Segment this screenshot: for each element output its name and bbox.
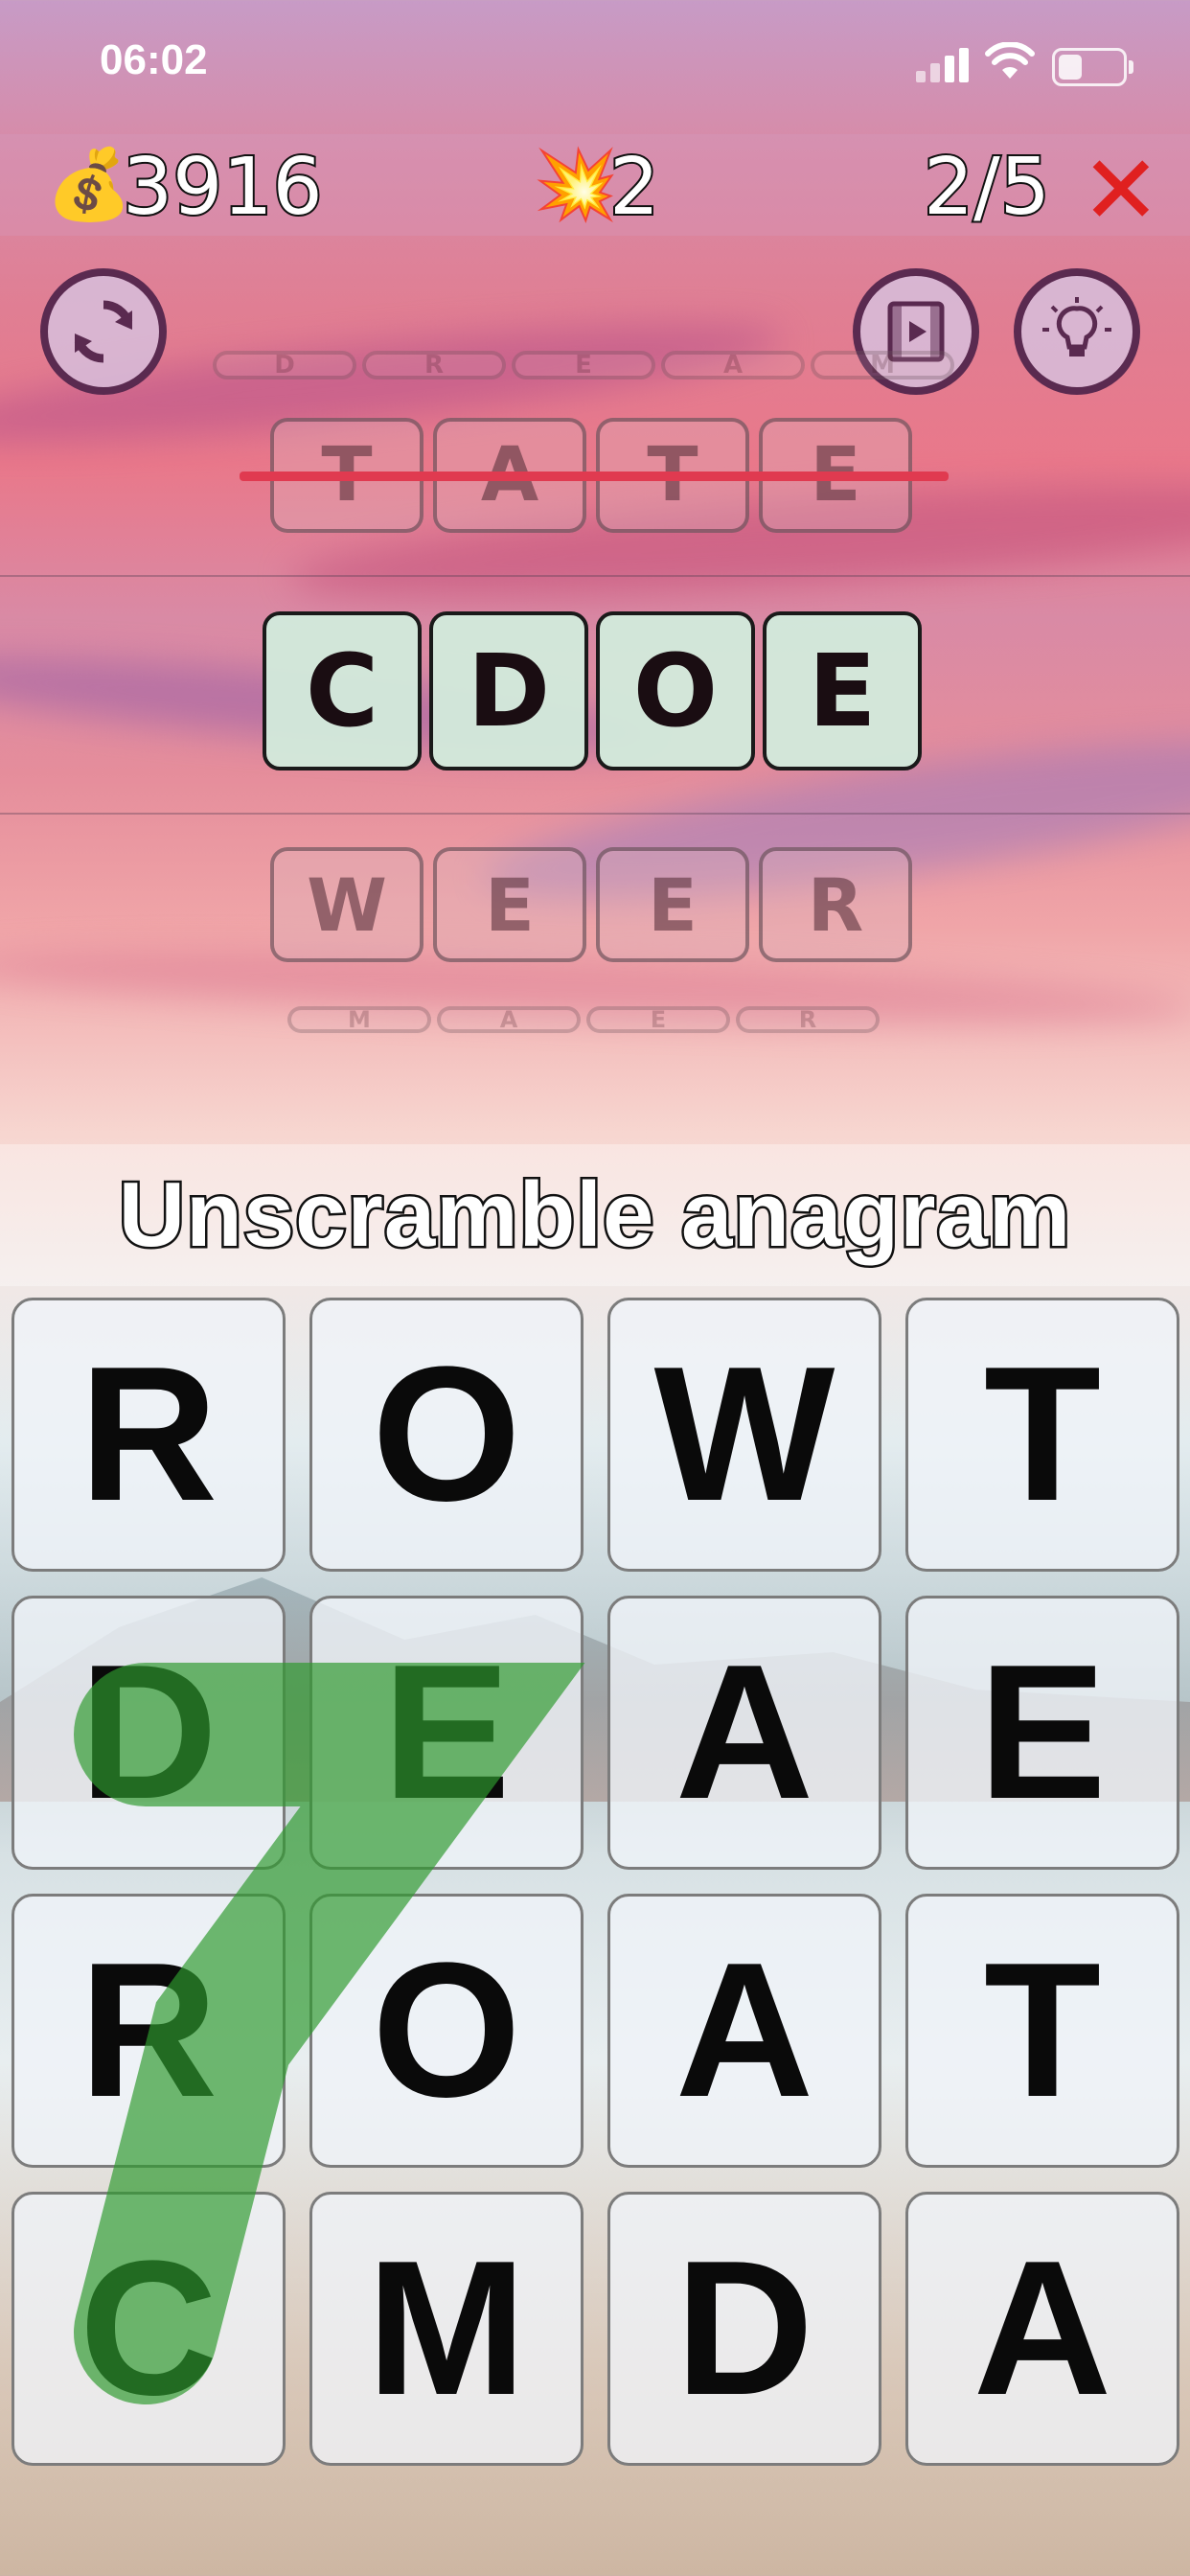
letter-tile: R (759, 847, 912, 962)
letter-tile: M (811, 351, 954, 380)
letter-tile: W (270, 847, 423, 962)
close-icon[interactable]: ✕ (1081, 134, 1161, 246)
letter-tile: A (661, 351, 805, 380)
refresh-icon (74, 300, 133, 363)
battery-icon (1052, 48, 1133, 86)
instruction-text: Unscramble anagram (116, 1162, 1072, 1269)
strikethrough-line (240, 472, 949, 481)
letter-tile: R (362, 351, 506, 380)
game-hud: 💰 3916 💥 2 2/5 ✕ (0, 134, 1190, 246)
letter-tile: C (263, 611, 422, 770)
instruction-banner: Unscramble anagram (0, 1144, 1190, 1286)
divider (0, 813, 1190, 815)
letter-tile: D (213, 351, 356, 380)
letter-tile: R (736, 1006, 880, 1033)
letter-tile: E (763, 611, 922, 770)
status-time: 06:02 (100, 36, 208, 83)
letter-tile: E (512, 351, 655, 380)
upcoming-word-2: M A E R (287, 1006, 880, 1033)
explosion-icon: 💥 (533, 144, 619, 224)
refresh-button[interactable] (40, 268, 167, 395)
solved-word-1: D R E A M (213, 351, 954, 380)
letter-tile: E (596, 847, 749, 962)
lightbulb-icon (1042, 297, 1111, 356)
wifi-icon (985, 42, 1035, 79)
divider (0, 575, 1190, 577)
letter-tile: O (596, 611, 755, 770)
signal-icon (916, 44, 973, 82)
letter-tile: E (586, 1006, 730, 1033)
home-indicator (383, 2540, 807, 2549)
letter-tile: M (287, 1006, 431, 1033)
money-bag-icon: 💰 (46, 144, 132, 224)
letter-tile: D (429, 611, 588, 770)
hint-button[interactable] (1014, 268, 1140, 395)
coin-count: 3916 (121, 140, 325, 235)
bomb-count: 2 (607, 140, 661, 235)
status-bar: 06:02 (0, 0, 1190, 134)
letter-tile: A (437, 1006, 581, 1033)
swipe-path (74, 1663, 585, 2404)
current-word: C D O E (263, 611, 922, 770)
upcoming-word-1: W E E R (270, 847, 912, 962)
letter-tile: E (433, 847, 586, 962)
level-progress: 2/5 (922, 140, 1052, 235)
